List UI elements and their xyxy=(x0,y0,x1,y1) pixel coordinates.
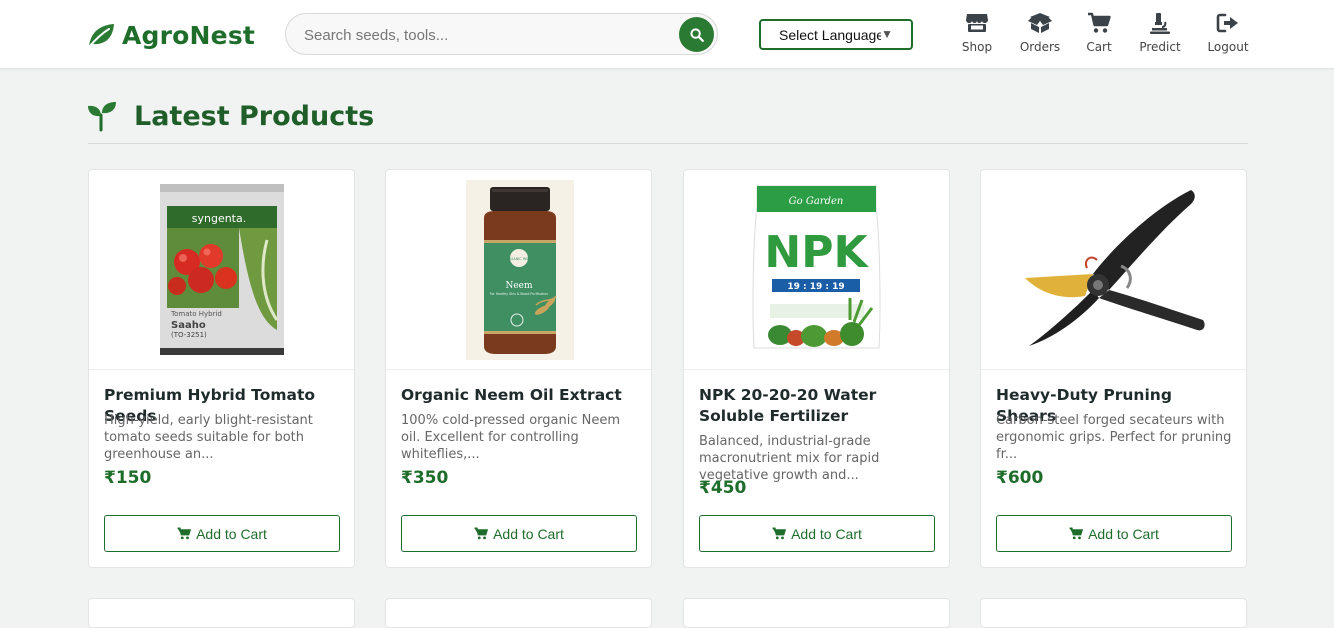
seedling-icon xyxy=(88,102,116,132)
npk-ratio: 19 : 19 : 19 xyxy=(787,282,844,292)
product-price: ₹450 xyxy=(699,478,747,498)
product-description: Balanced, industrial-grade macronutrient… xyxy=(699,434,880,483)
neem-label-sub: For Healthy Skin & Blood Purification xyxy=(490,292,549,296)
product-card[interactable] xyxy=(980,598,1247,628)
seed-pack-brand: syngenta. xyxy=(192,212,246,225)
product-price: ₹150 xyxy=(104,468,152,488)
leaf-icon xyxy=(88,24,114,48)
box-icon xyxy=(1027,11,1053,35)
product-card[interactable]: Go Garden NPK 19 : 19 : 19 NPK 20-20-20 … xyxy=(683,169,950,568)
neem-label-brand: ORGANIC INDIA xyxy=(505,257,533,261)
product-card[interactable]: ORGANIC INDIA Neem For Healthy Skin & Bl… xyxy=(385,169,652,568)
search-button[interactable] xyxy=(679,17,714,52)
seed-pack-line3: (TO-3251) xyxy=(171,331,207,339)
product-title[interactable]: NPK 20-20-20 Water Soluble Fertilizer xyxy=(699,385,939,427)
nav-logout-label: Logout xyxy=(1207,40,1249,54)
brand-name: AgroNest xyxy=(122,20,256,50)
neem-label-name: Neem xyxy=(505,281,533,291)
add-to-cart-button[interactable]: Add to Cart xyxy=(401,515,637,552)
section-title: Latest Products xyxy=(134,100,375,132)
language-select[interactable]: Select Language ▼ xyxy=(759,19,913,50)
add-to-cart-label: Add to Cart xyxy=(1088,525,1159,542)
npk-title: NPK xyxy=(764,227,869,278)
product-description: Carbon-steel forged secateurs with ergon… xyxy=(996,413,1232,462)
add-to-cart-label: Add to Cart xyxy=(791,525,862,542)
nav-predict[interactable]: Predict xyxy=(1139,11,1181,57)
nav-shop[interactable]: Shop xyxy=(962,11,992,57)
product-card[interactable] xyxy=(88,598,355,628)
add-to-cart-button[interactable]: Add to Cart xyxy=(104,515,340,552)
add-to-cart-label: Add to Cart xyxy=(196,525,267,542)
nav-shop-label: Shop xyxy=(961,40,993,54)
product-image: ORGANIC INDIA Neem For Healthy Skin & Bl… xyxy=(386,170,651,370)
product-card[interactable] xyxy=(385,598,652,628)
product-price: ₹350 xyxy=(401,468,449,488)
cart-icon xyxy=(474,527,489,540)
product-card[interactable] xyxy=(683,598,950,628)
section-header: Latest Products xyxy=(86,96,374,136)
add-to-cart-label: Add to Cart xyxy=(493,525,564,542)
product-description: High-yield, early blight-resistant tomat… xyxy=(104,413,313,462)
search-icon xyxy=(689,27,704,42)
cart-icon xyxy=(177,527,192,540)
nav-orders-label: Orders xyxy=(1019,40,1061,54)
nav-logout[interactable]: Logout xyxy=(1207,11,1249,57)
cart-icon xyxy=(1069,527,1084,540)
top-navbar: AgroNest Select Language ▼ Shop xyxy=(0,0,1334,69)
microscope-icon xyxy=(1147,11,1173,35)
nav-orders[interactable]: Orders xyxy=(1019,11,1061,57)
add-to-cart-button[interactable]: Add to Cart xyxy=(699,515,935,552)
product-image xyxy=(981,170,1246,370)
product-image: syngenta. Tomato Hybrid Saaho (TO-3251) xyxy=(89,170,354,370)
product-image: Go Garden NPK 19 : 19 : 19 xyxy=(684,170,949,370)
nav-predict-label: Predict xyxy=(1139,40,1181,54)
product-title[interactable]: Organic Neem Oil Extract xyxy=(401,385,641,406)
brand-logo[interactable]: AgroNest xyxy=(86,18,255,52)
chevron-down-icon: ▼ xyxy=(881,27,893,41)
search-input[interactable] xyxy=(304,23,664,47)
product-card[interactable]: syngenta. Tomato Hybrid Saaho (TO-3251) … xyxy=(88,169,355,568)
logout-icon xyxy=(1215,11,1241,35)
search-bar xyxy=(285,13,718,55)
language-select-value: Select Language xyxy=(779,26,881,43)
section-divider xyxy=(88,143,1248,144)
product-price: ₹600 xyxy=(996,468,1044,488)
seed-pack-line2: Saaho xyxy=(171,320,206,331)
product-card[interactable]: Heavy-Duty Pruning Shears Carbon-steel f… xyxy=(980,169,1247,568)
seed-pack-line1: Tomato Hybrid xyxy=(170,310,222,318)
nav-cart[interactable]: Cart xyxy=(1086,11,1112,57)
cart-icon xyxy=(1086,11,1112,35)
add-to-cart-button[interactable]: Add to Cart xyxy=(996,515,1232,552)
store-icon xyxy=(964,11,990,35)
cart-icon xyxy=(772,527,787,540)
npk-brand: Go Garden xyxy=(789,196,844,207)
product-description: 100% cold-pressed organic Neem oil. Exce… xyxy=(401,413,620,462)
nav-cart-label: Cart xyxy=(1086,40,1112,54)
